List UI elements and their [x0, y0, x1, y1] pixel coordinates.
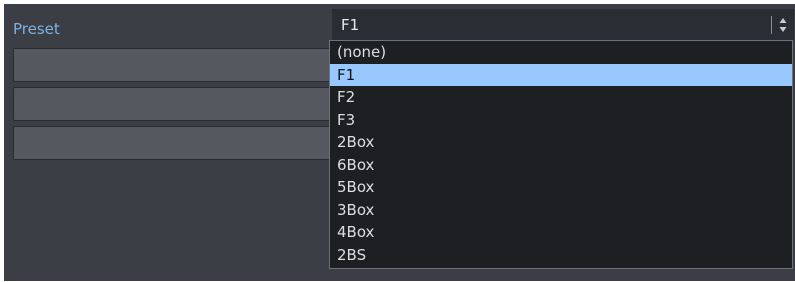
- option-3box[interactable]: 3Box: [330, 199, 792, 222]
- preset-selected-value: F1: [341, 16, 360, 34]
- preset-dropdown-list: (none) F1 F2 F3 2Box 6Box 5Box 3Box 4Box…: [329, 40, 793, 269]
- option-4box[interactable]: 4Box: [330, 221, 792, 244]
- option-5box[interactable]: 5Box: [330, 176, 792, 199]
- row-button-2[interactable]: [13, 87, 339, 121]
- up-down-arrows-icon[interactable]: [777, 14, 789, 36]
- row-button-1[interactable]: [13, 48, 339, 82]
- preset-select[interactable]: F1: [332, 9, 794, 41]
- option-f3[interactable]: F3: [330, 109, 792, 132]
- preset-label: Preset: [13, 20, 60, 38]
- option-f2[interactable]: F2: [330, 86, 792, 109]
- row-button-3[interactable]: [13, 126, 339, 160]
- option-2bs[interactable]: 2BS: [330, 244, 792, 267]
- option-6box[interactable]: 6Box: [330, 154, 792, 177]
- option-f1[interactable]: F1: [330, 63, 792, 86]
- option-2box[interactable]: 2Box: [330, 131, 792, 154]
- option-none[interactable]: (none): [330, 41, 792, 64]
- select-separator: [771, 16, 772, 34]
